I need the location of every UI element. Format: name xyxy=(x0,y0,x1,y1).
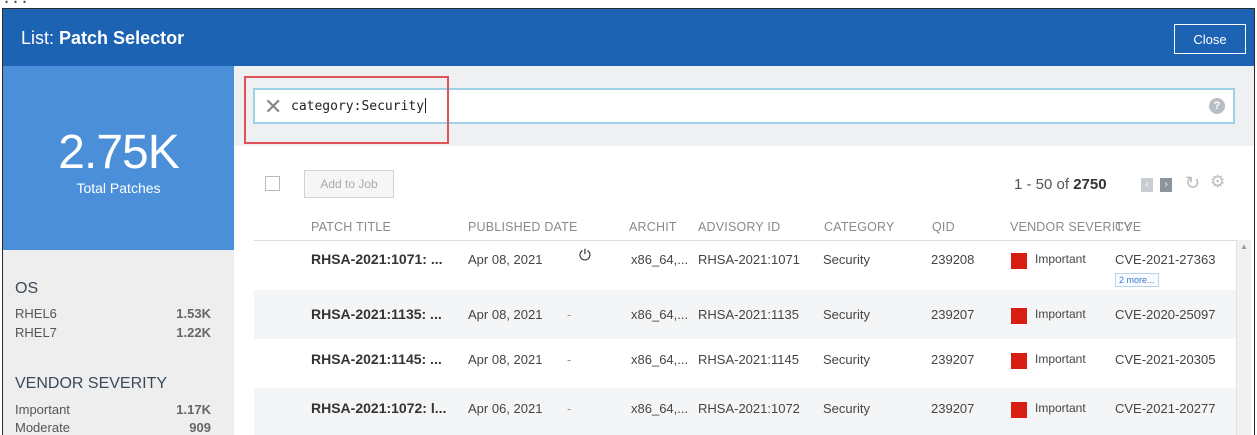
facet-item-count: 1.53K xyxy=(176,306,211,321)
select-all-checkbox[interactable] xyxy=(265,176,280,191)
category: Security xyxy=(823,307,870,322)
column-header[interactable]: PATCH TITLE xyxy=(311,220,391,234)
severity-square-icon xyxy=(1011,402,1027,418)
advisory-id: RHSA-2021:1145 xyxy=(698,352,799,367)
pager-total: 2750 xyxy=(1073,176,1107,193)
main-panel: ✕ category:Security ? Add to Job 1 - 50 … xyxy=(234,66,1254,435)
column-header[interactable]: CVE xyxy=(1115,220,1141,234)
total-patches-card: 2.75K Total Patches xyxy=(3,66,234,250)
published-date: Apr 06, 2021 xyxy=(468,401,543,416)
table-row[interactable]: RHSA-2021:1072: l... Apr 06, 2021 - x86_… xyxy=(254,388,1236,435)
patch-title[interactable]: RHSA-2021:1135: ... xyxy=(311,306,442,322)
severity-square-icon xyxy=(1011,308,1027,324)
table-scrollbar[interactable]: ▲ xyxy=(1236,240,1251,435)
facet-item-count: 1.22K xyxy=(176,325,211,340)
cve: CVE-2021-27363 xyxy=(1115,252,1216,267)
qid: 239207 xyxy=(931,307,975,322)
advisory-id: RHSA-2021:1071 xyxy=(698,252,800,267)
title-prefix: List: xyxy=(21,28,55,48)
column-header[interactable]: CATEGORY xyxy=(824,220,895,234)
severity-square-icon xyxy=(1011,253,1027,269)
toolbar: Add to Job 1 - 50 of 2750 ‹ › ↻ ⚙ xyxy=(234,146,1254,202)
facet-item-important[interactable]: Important 1.17K xyxy=(15,402,211,417)
architecture: x86_64,... xyxy=(631,307,689,322)
facet-item-label: Important xyxy=(15,402,70,417)
add-to-job-button[interactable]: Add to Job xyxy=(304,170,394,198)
power-icon: ⏻ xyxy=(579,247,591,264)
table-row[interactable]: RHSA-2021:1071: ... Apr 08, 2021 ⏻ x86_6… xyxy=(254,241,1236,290)
facet-item-count: 909 xyxy=(189,420,211,435)
cve: CVE-2021-20305 xyxy=(1115,352,1216,367)
facet-title: OS xyxy=(15,280,39,297)
gear-icon[interactable]: ⚙ xyxy=(1210,172,1225,192)
sidebar: 2.75K Total Patches OS RHEL6 1.53K RHEL7… xyxy=(3,66,234,435)
column-header[interactable]: PUBLISHED DATE xyxy=(468,220,578,234)
scroll-up-icon[interactable]: ▲ xyxy=(1240,242,1248,251)
window-title: List: Patch Selector xyxy=(21,28,184,49)
column-header[interactable]: ADVISORY ID xyxy=(698,220,780,234)
total-patches-value: 2.75K xyxy=(58,126,179,179)
advisory-id: RHSA-2021:1072 xyxy=(698,401,800,416)
top-strip-text: ... xyxy=(2,0,29,7)
qid: 239207 xyxy=(931,401,975,416)
published-date: Apr 08, 2021 xyxy=(468,307,543,322)
facet-item-moderate[interactable]: Moderate 909 xyxy=(15,420,211,435)
architecture: x86_64,... xyxy=(631,401,689,416)
table-header: PATCH TITLE PUBLISHED DATE ARCHIT ADVISO… xyxy=(234,216,1254,240)
patch-table: RHSA-2021:1071: ... Apr 08, 2021 ⏻ x86_6… xyxy=(254,240,1236,435)
title-bar: List: Patch Selector Close xyxy=(3,9,1254,66)
reboot-status: - xyxy=(567,401,572,416)
facet-item-rhel7[interactable]: RHEL7 1.22K xyxy=(15,325,211,340)
vendor-severity: Important xyxy=(1035,252,1086,266)
cve: CVE-2021-20277 xyxy=(1115,401,1216,416)
patch-selector-window: List: Patch Selector Close 2.75K Total P… xyxy=(2,8,1255,435)
vendor-severity: Important xyxy=(1035,401,1086,415)
published-date: Apr 08, 2021 xyxy=(468,252,543,267)
table-row[interactable]: RHSA-2021:1135: ... Apr 08, 2021 - x86_6… xyxy=(254,290,1236,339)
reboot-status: - xyxy=(567,307,572,322)
reboot-status: - xyxy=(567,352,572,367)
patch-title[interactable]: RHSA-2021:1072: l... xyxy=(311,400,446,416)
architecture: x86_64,... xyxy=(631,252,689,267)
column-header[interactable]: ARCHIT xyxy=(629,220,677,234)
category: Security xyxy=(823,252,870,267)
close-button[interactable]: Close xyxy=(1174,24,1246,54)
pager-info: 1 - 50 of 2750 xyxy=(1014,176,1107,193)
category: Security xyxy=(823,401,870,416)
vendor-severity: Important xyxy=(1035,307,1086,321)
top-strip: ... xyxy=(0,0,1257,8)
facet-item-rhel6[interactable]: RHEL6 1.53K xyxy=(15,306,211,321)
column-header[interactable]: VENDOR SEVERITY xyxy=(1010,220,1132,234)
refresh-icon[interactable]: ↻ xyxy=(1185,173,1200,194)
published-date: Apr 08, 2021 xyxy=(468,352,543,367)
architecture: x86_64,... xyxy=(631,352,689,367)
qid: 239208 xyxy=(931,252,975,267)
table-row[interactable]: RHSA-2021:1145: ... Apr 08, 2021 - x86_6… xyxy=(254,339,1236,388)
total-patches-label: Total Patches xyxy=(76,180,161,196)
facet-title: VENDOR SEVERITY xyxy=(15,375,168,392)
facet-item-label: RHEL7 xyxy=(15,325,57,340)
annotation-highlight-box xyxy=(244,76,449,144)
title-name: Patch Selector xyxy=(59,28,185,48)
cve-more-link[interactable]: 2 more... xyxy=(1115,273,1159,287)
help-icon[interactable]: ? xyxy=(1209,98,1225,114)
vendor-severity: Important xyxy=(1035,352,1086,366)
column-header[interactable]: QID xyxy=(932,220,955,234)
facet-item-label: RHEL6 xyxy=(15,306,57,321)
previous-page-icon[interactable]: ‹ xyxy=(1141,178,1153,192)
cve: CVE-2020-25097 xyxy=(1115,307,1216,322)
next-page-icon[interactable]: › xyxy=(1160,178,1172,192)
severity-square-icon xyxy=(1011,353,1027,369)
facet-item-label: Moderate xyxy=(15,420,70,435)
facet-item-count: 1.17K xyxy=(176,402,211,417)
pager-range: 1 - 50 of xyxy=(1014,176,1070,193)
qid: 239207 xyxy=(931,352,975,367)
search-area: ✕ category:Security ? xyxy=(234,66,1254,146)
category: Security xyxy=(823,352,870,367)
patch-title[interactable]: RHSA-2021:1071: ... xyxy=(311,251,443,267)
advisory-id: RHSA-2021:1135 xyxy=(698,307,799,322)
patch-title[interactable]: RHSA-2021:1145: ... xyxy=(311,351,442,367)
